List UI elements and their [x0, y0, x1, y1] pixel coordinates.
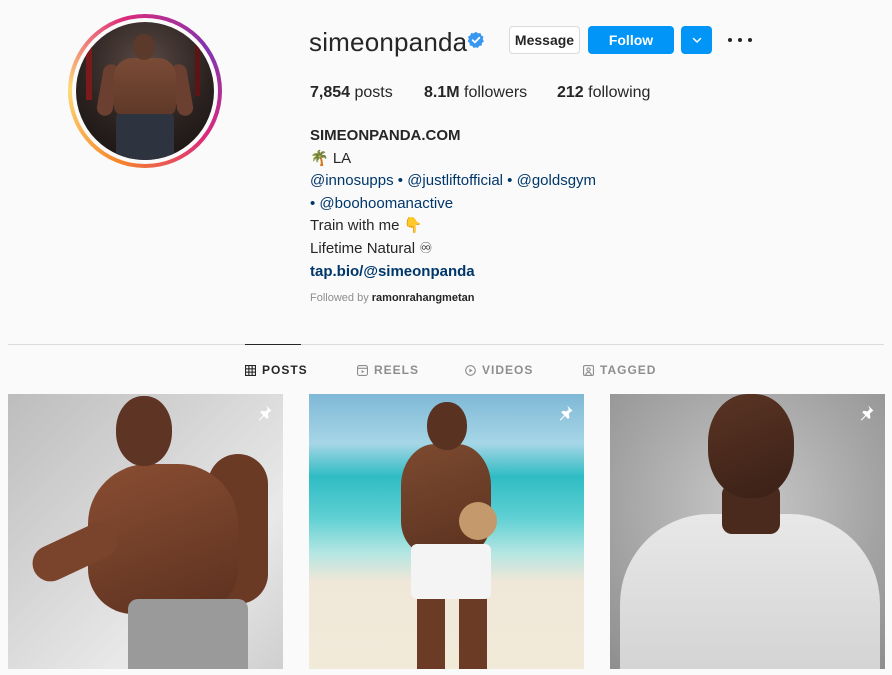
avatar-figure-torso [114, 58, 176, 116]
bio-mentions-line[interactable]: • @boohoomanactive [310, 193, 596, 216]
pin-icon [258, 405, 272, 421]
bio-mentions-line[interactable]: @innosupps • @justliftofficial • @goldsg… [310, 170, 596, 193]
reels-icon [357, 364, 368, 376]
dot [738, 38, 742, 42]
tab-label: TAGGED [600, 363, 657, 377]
post-figure [620, 514, 880, 669]
follow-button[interactable]: Follow [588, 26, 674, 54]
avatar-border [72, 18, 218, 164]
tab-label: POSTS [262, 363, 308, 377]
following-label: following [588, 84, 651, 101]
tabs-divider [8, 344, 884, 345]
tab-reels[interactable]: REELS [357, 363, 419, 377]
followed-by-prefix: Followed by [310, 292, 369, 304]
active-tab-indicator [245, 344, 301, 345]
dot [748, 38, 752, 42]
chevron-down-icon [692, 37, 701, 43]
followers-count: 8.1M [424, 84, 460, 101]
tab-label: VIDEOS [482, 363, 534, 377]
post-figure [116, 396, 172, 466]
profile-avatar-ring[interactable] [68, 14, 222, 168]
post-figure [411, 544, 491, 599]
post-figure [128, 599, 248, 669]
pin-icon [860, 405, 874, 421]
bio-train-line: Train with me 👇 [310, 217, 423, 235]
posts-label: posts [354, 84, 393, 101]
post-figure [708, 394, 794, 498]
tab-videos[interactable]: VIDEOS [465, 363, 533, 377]
avatar-background-rack [195, 36, 200, 96]
followers-label: followers [464, 84, 528, 101]
message-button[interactable]: Message [509, 26, 580, 54]
post-figure [417, 594, 487, 669]
avatar-figure-head [133, 34, 155, 60]
bio-link[interactable]: tap.bio/@simeonpanda [310, 261, 596, 284]
suggested-accounts-button[interactable] [681, 26, 712, 54]
tab-posts[interactable]: POSTS [245, 363, 308, 377]
posts-count: 7,854 [310, 84, 351, 101]
pin-icon [559, 405, 573, 421]
bio-name: SIMEONPANDA.COM [310, 127, 461, 144]
post-figure [427, 402, 467, 450]
avatar-background-rack [86, 30, 92, 100]
post-thumbnail[interactable] [610, 394, 885, 669]
profile-username: simeonpanda [309, 27, 468, 57]
profile-bio: SIMEONPANDA.COM 🌴 LA @innosupps • @justl… [310, 125, 596, 283]
bio-location: 🌴 LA [310, 149, 352, 167]
avatar [76, 22, 214, 160]
more-options-icon[interactable] [728, 31, 752, 49]
following-stat[interactable]: 212 following [557, 84, 650, 102]
followed-by[interactable]: Followed by ramonrahangmetan [310, 292, 474, 304]
followers-stat[interactable]: 8.1M followers [424, 84, 527, 102]
post-thumbnail[interactable] [8, 394, 283, 669]
tagged-icon [583, 364, 594, 376]
following-count: 212 [557, 84, 584, 101]
avatar-figure-pants [116, 114, 174, 160]
tab-label: REELS [374, 363, 420, 377]
video-play-icon [465, 364, 476, 376]
grid-icon [245, 364, 256, 376]
posts-count-stat: 7,854 posts [310, 84, 393, 102]
dot [728, 38, 732, 42]
post-thumbnail[interactable] [309, 394, 584, 669]
post-figure [459, 502, 497, 540]
verified-badge-icon [467, 31, 484, 49]
tab-tagged[interactable]: TAGGED [583, 363, 656, 377]
bio-natural-line: Lifetime Natural ♾ [310, 239, 433, 257]
followed-by-user: ramonrahangmetan [371, 292, 475, 304]
